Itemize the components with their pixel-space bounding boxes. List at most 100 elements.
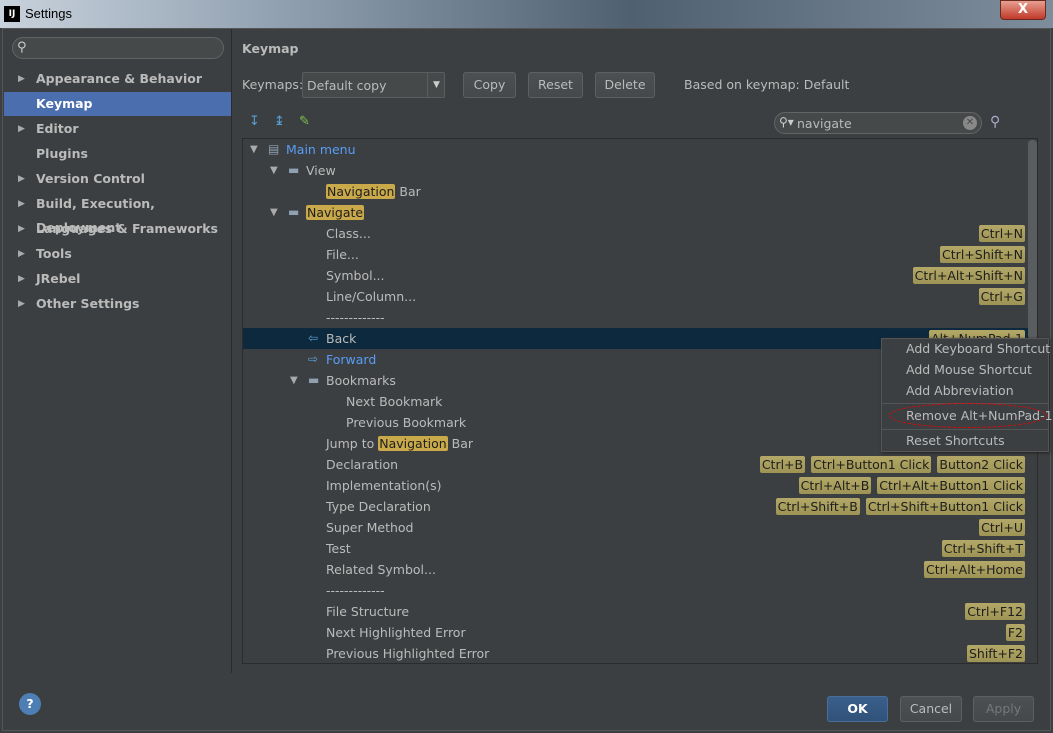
tree-row[interactable]: ▼ ▬ View (243, 160, 1037, 181)
keymap-value: Default copy (307, 78, 387, 93)
apply-button[interactable]: Apply (973, 696, 1034, 722)
find-shortcut-icon[interactable]: ⚲ (990, 114, 1000, 130)
chevron-down-icon[interactable]: ▼ (270, 202, 278, 223)
tree-row-label: ------------- (326, 310, 385, 325)
settings-search-input[interactable]: ⚲ (12, 37, 224, 59)
chevron-right-icon: ▶ (18, 249, 25, 259)
shortcut-badge: Ctrl+F12 (965, 603, 1025, 620)
sidebar-item-appearance-behavior[interactable]: ▶ Appearance & Behavior (4, 67, 231, 91)
folder-icon: ▬ (288, 205, 300, 219)
sidebar-item-label: Keymap (36, 96, 93, 111)
menu-item-add-abbreviation[interactable]: Add Abbreviation (906, 381, 1014, 401)
tree-row-label: Back (326, 331, 357, 346)
copy-button[interactable]: Copy (463, 72, 516, 98)
shortcut-badge: Ctrl+B (759, 456, 806, 473)
page-title: Keymap (242, 41, 299, 56)
sidebar-item-label: Version Control (36, 171, 145, 186)
sidebar-item-keymap[interactable]: Keymap (4, 92, 231, 116)
chevron-right-icon: ▶ (18, 174, 25, 184)
based-on-label: Based on keymap: Default (684, 77, 850, 92)
tree-row[interactable]: Declaration Ctrl+B Ctrl+Button1 Click Butto… (243, 454, 1037, 475)
tree-row[interactable]: ------------- (243, 307, 1037, 328)
expand-all-icon[interactable]: ↧ (249, 114, 260, 129)
keymaps-label: Keymaps: (242, 77, 304, 92)
chevron-down-icon[interactable]: ▼ (270, 160, 278, 181)
chevron-down-icon[interactable]: ▼ (250, 139, 258, 160)
tree-row[interactable]: File... Ctrl+Shift+N (243, 244, 1037, 265)
tree-row[interactable]: Navigation Bar (243, 181, 1037, 202)
cancel-button[interactable]: Cancel (900, 696, 962, 722)
shortcut-badge: F2 (1005, 624, 1025, 641)
title-bar: IJ Settings X (0, 0, 1053, 28)
forward-arrow-icon: ⇨ (308, 352, 319, 366)
sidebar-item-version-control[interactable]: ▶ Version Control (4, 167, 231, 191)
chevron-down-icon[interactable]: ▼ (290, 370, 298, 391)
tree-row[interactable]: File Structure Ctrl+F12 (243, 601, 1037, 622)
menu-item-add-mouse-shortcut[interactable]: Add Mouse Shortcut (906, 360, 1032, 380)
chevron-right-icon: ▶ (18, 224, 25, 234)
sidebar-item-tools[interactable]: ▶ Tools (4, 242, 231, 266)
tree-row[interactable]: Previous Highlighted Error Shift+F2 (243, 643, 1037, 663)
tree-row[interactable]: Test Ctrl+Shift+T (243, 538, 1037, 559)
keymap-search-input[interactable]: ⚲▾ navigate ✕ (774, 112, 982, 134)
sidebar-item-languages-frameworks[interactable]: ▶ Languages & Frameworks (4, 217, 231, 241)
sidebar-item-build-execution-deployment[interactable]: ▶ Build, Execution, Deployment (4, 192, 231, 235)
shortcut-badge: Ctrl+U (979, 519, 1025, 536)
tree-row[interactable]: Implementation(s) Ctrl+Alt+B Ctrl+Alt+Butt… (243, 475, 1037, 496)
reset-button[interactable]: Reset (528, 72, 583, 98)
tree-row-label: Next Bookmark (346, 394, 443, 409)
shortcut-badge: Ctrl+Shift+T (941, 540, 1025, 557)
chevron-down-icon[interactable]: ▼ (427, 73, 445, 97)
shortcut-list: Ctrl+Shift+N (940, 246, 1025, 263)
shortcut-badge: Shift+F2 (966, 645, 1025, 662)
shortcut-list: Ctrl+G (978, 288, 1025, 305)
tree-row-label: Symbol... (326, 268, 385, 283)
close-button[interactable]: X (1000, 0, 1046, 20)
clear-search-icon[interactable]: ✕ (963, 116, 977, 130)
sidebar-item-label: Plugins (36, 146, 88, 161)
tree-row-label: Implementation(s) (326, 478, 442, 493)
shortcut-list: Ctrl+B Ctrl+Button1 Click Button2 Click (759, 456, 1025, 473)
sidebar-item-jrebel[interactable]: ▶ JRebel (4, 267, 231, 291)
tree-row[interactable]: Line/Column... Ctrl+G (243, 286, 1037, 307)
shortcut-list: Ctrl+Shift+T (941, 540, 1025, 557)
search-value: navigate (797, 116, 852, 131)
tree-row[interactable]: Next Highlighted Error F2 (243, 622, 1037, 643)
delete-button[interactable]: Delete (595, 72, 655, 98)
app-logo: IJ (4, 6, 20, 22)
shortcut-list: Shift+F2 (966, 645, 1025, 662)
tree-row-label: File... (326, 247, 359, 262)
chevron-right-icon: ▶ (18, 274, 25, 284)
sidebar-item-other-settings[interactable]: ▶ Other Settings (4, 292, 231, 316)
shortcut-list: Ctrl+Alt+B Ctrl+Alt+Button1 Click (798, 477, 1025, 494)
help-button[interactable]: ? (19, 693, 41, 715)
scrollbar[interactable] (1028, 140, 1037, 340)
shortcut-badge: Ctrl+Alt+Shift+N (912, 267, 1025, 284)
tree-row[interactable]: Type Declaration Ctrl+Shift+B Ctrl+Shift+B… (243, 496, 1037, 517)
window-title: Settings (25, 6, 72, 21)
shortcut-badge: Ctrl+Alt+B (798, 477, 872, 494)
tree-row-label: Related Symbol... (326, 562, 436, 577)
tree-row[interactable]: Symbol... Ctrl+Alt+Shift+N (243, 265, 1037, 286)
tree-row[interactable]: ------------- (243, 580, 1037, 601)
tree-row-label: Main menu (286, 142, 356, 157)
menu-item-add-keyboard-shortcut[interactable]: Add Keyboard Shortcut (906, 339, 1050, 359)
tree-row[interactable]: ▼ ▤ Main menu (243, 139, 1037, 160)
ok-button[interactable]: OK (827, 696, 888, 722)
tree-row[interactable]: Related Symbol... Ctrl+Alt+Home (243, 559, 1037, 580)
shortcut-badge: Ctrl+Shift+N (940, 246, 1025, 263)
menu-item-reset-shortcuts[interactable]: Reset Shortcuts (906, 431, 1005, 451)
collapse-all-icon[interactable]: ↨ (274, 114, 285, 129)
sidebar-item-plugins[interactable]: Plugins (4, 142, 231, 166)
tree-row[interactable]: Super Method Ctrl+U (243, 517, 1037, 538)
edit-pencil-icon[interactable]: ✎ (299, 114, 310, 129)
tree-row-label: Navigation Bar (326, 181, 421, 202)
menu-divider (882, 429, 1048, 430)
tree-row[interactable]: ▼ ▬ Navigate (243, 202, 1037, 223)
shortcut-list: Ctrl+N (978, 225, 1025, 242)
shortcut-badge: Ctrl+N (978, 225, 1025, 242)
keymap-select[interactable]: Default copy ▼ (302, 72, 445, 98)
tree-row[interactable]: Class... Ctrl+N (243, 223, 1037, 244)
tree-row-label: Class... (326, 226, 371, 241)
sidebar-item-editor[interactable]: ▶ Editor (4, 117, 231, 141)
